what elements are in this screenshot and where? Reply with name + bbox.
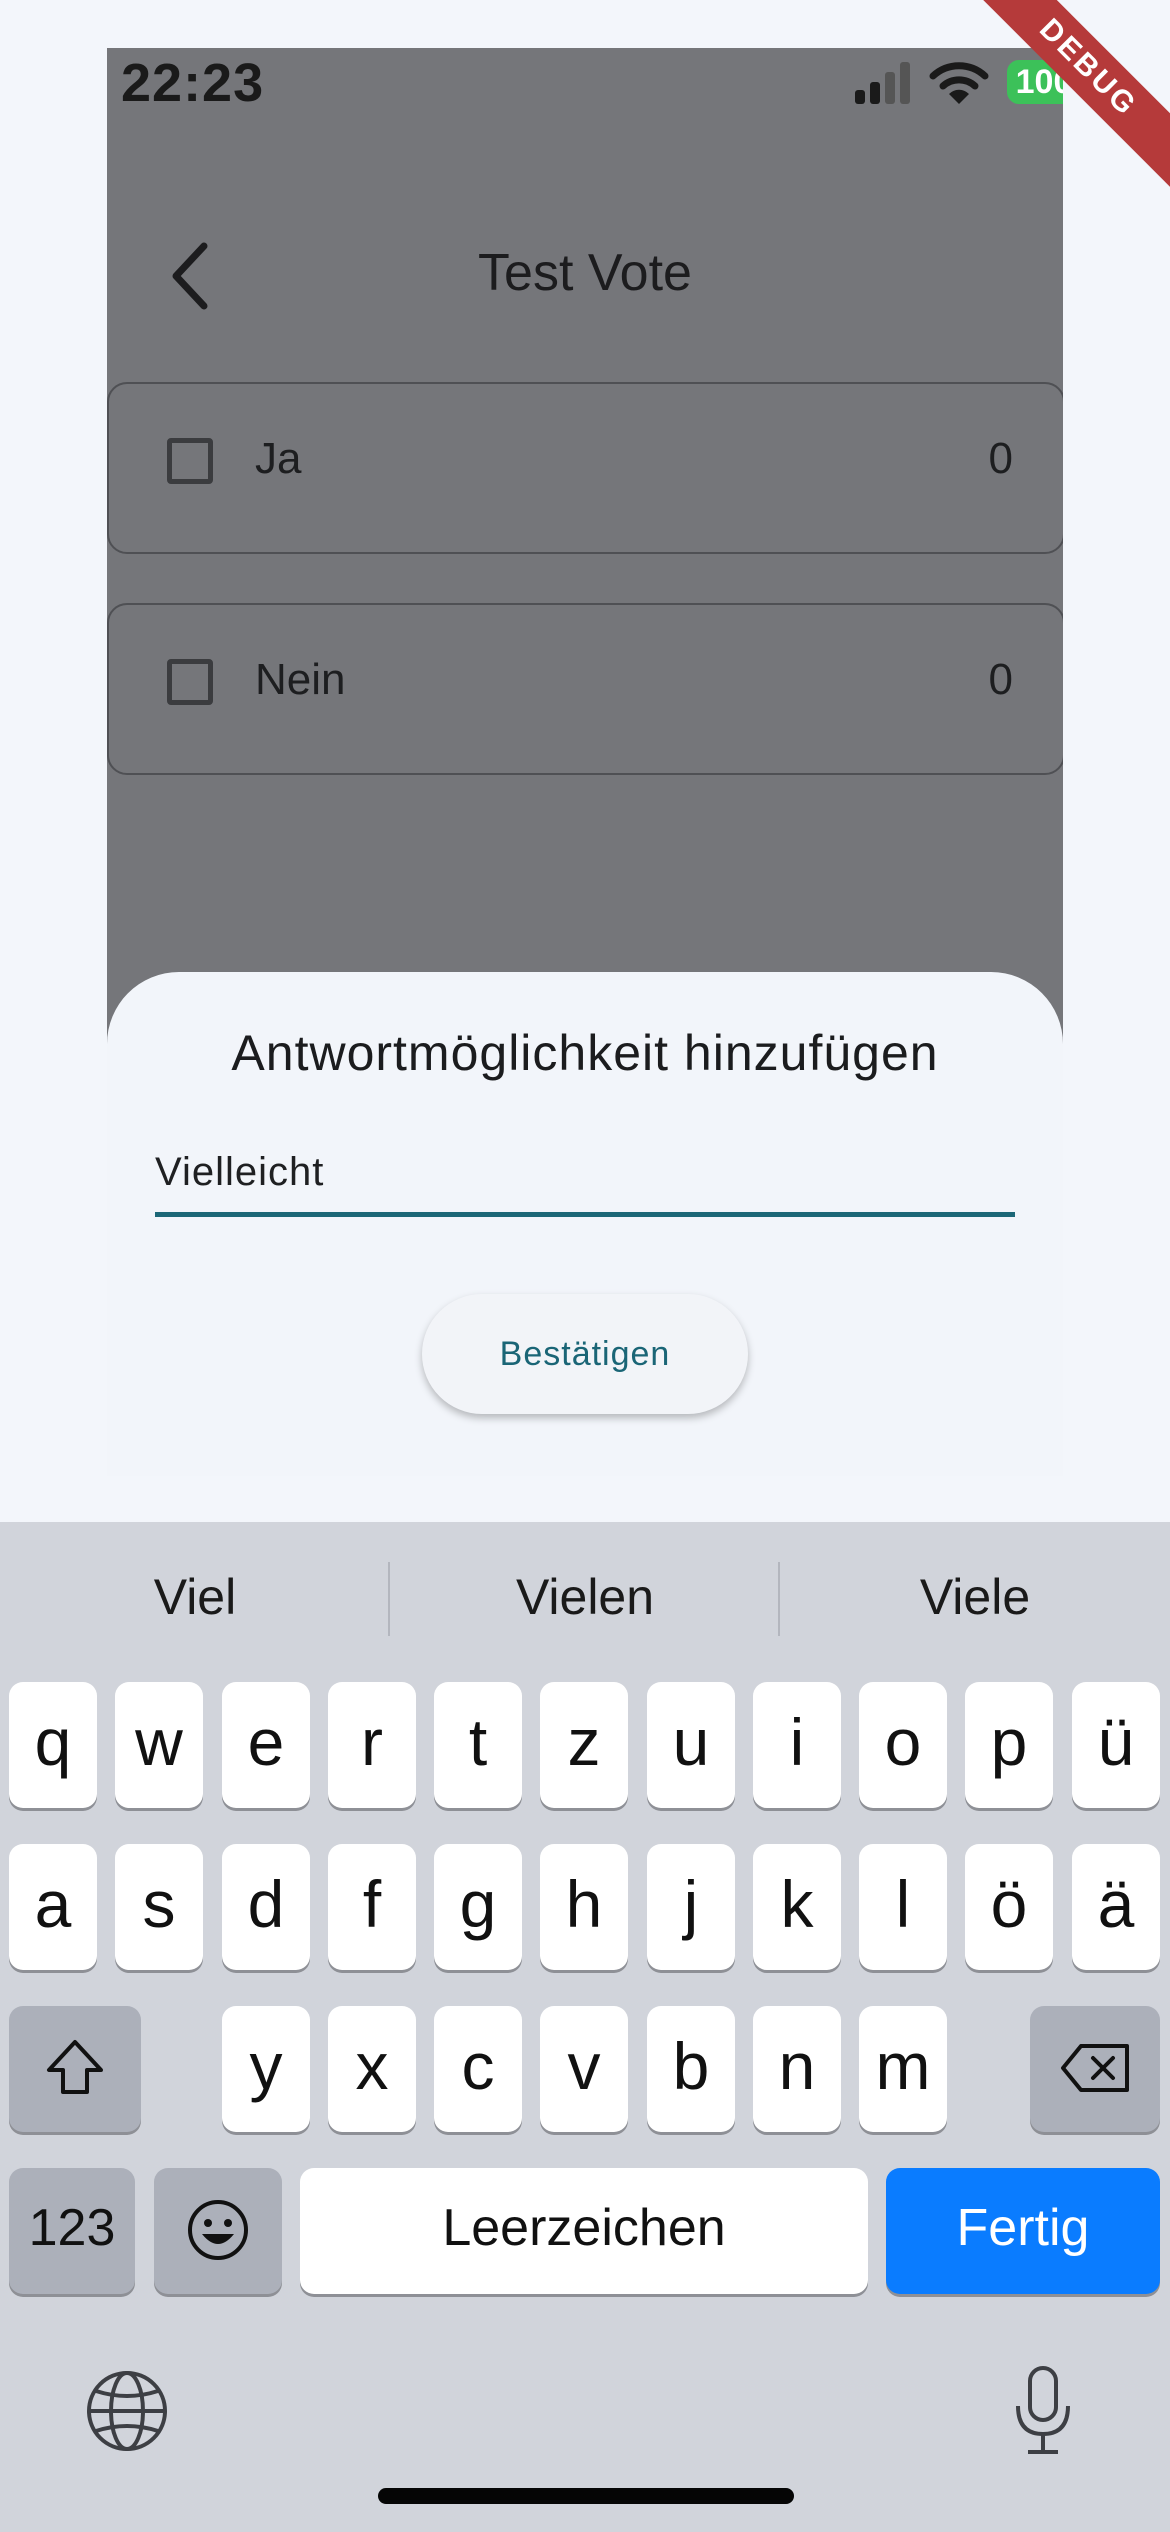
vote-option-ja[interactable]: Ja 0 <box>107 382 1063 554</box>
space-key[interactable]: Leerzeichen <box>300 2168 868 2294</box>
sheet-title: Antwortmöglichkeit hinzufügen <box>231 1025 939 1081</box>
confirm-button[interactable]: Bestätigen <box>422 1294 748 1414</box>
key-m[interactable]: m <box>859 2006 947 2132</box>
add-option-sheet: Antwortmöglichkeit hinzufügen Bestätigen <box>107 972 1063 1476</box>
key-h[interactable]: h <box>540 1844 628 1970</box>
option-count: 0 <box>988 655 1013 704</box>
option-input[interactable] <box>155 1132 1015 1217</box>
key-u[interactable]: u <box>647 1682 735 1808</box>
key-r[interactable]: r <box>328 1682 416 1808</box>
key-c[interactable]: c <box>434 2006 522 2132</box>
key-v[interactable]: v <box>540 2006 628 2132</box>
cellular-signal-icon <box>855 62 911 104</box>
key-x[interactable]: x <box>328 2006 416 2132</box>
option-label: Ja <box>255 434 302 483</box>
key-o[interactable]: o <box>859 1682 947 1808</box>
option-checkbox[interactable] <box>167 659 213 705</box>
numbers-key[interactable]: 123 <box>9 2168 135 2294</box>
key-q[interactable]: q <box>9 1682 97 1808</box>
key-e[interactable]: e <box>222 1682 310 1808</box>
home-indicator <box>378 2488 794 2504</box>
key-l[interactable]: l <box>859 1844 947 1970</box>
suggestion-3[interactable]: Viele <box>780 1568 1170 1626</box>
shift-key[interactable] <box>9 2006 141 2132</box>
keyboard: Viel Vielen Viele q w e r t z u i o p ü … <box>0 1522 1170 2532</box>
key-a[interactable]: a <box>9 1844 97 1970</box>
emoji-key[interactable] <box>154 2168 282 2294</box>
key-ae[interactable]: ä <box>1072 1844 1160 1970</box>
key-s[interactable]: s <box>115 1844 203 1970</box>
option-checkbox[interactable] <box>167 438 213 484</box>
key-k[interactable]: k <box>753 1844 841 1970</box>
option-count: 0 <box>988 434 1013 483</box>
globe-icon[interactable] <box>82 2366 172 2456</box>
key-t[interactable]: t <box>434 1682 522 1808</box>
key-z[interactable]: z <box>540 1682 628 1808</box>
suggestion-2[interactable]: Vielen <box>390 1568 780 1626</box>
key-y[interactable]: y <box>222 2006 310 2132</box>
backspace-key[interactable] <box>1030 2006 1160 2132</box>
vote-option-nein[interactable]: Nein 0 <box>107 603 1063 775</box>
status-bar: 22:23 100 <box>107 48 1063 158</box>
backspace-icon <box>1061 2044 1129 2092</box>
option-label: Nein <box>255 655 346 704</box>
key-p[interactable]: p <box>965 1682 1053 1808</box>
key-w[interactable]: w <box>115 1682 203 1808</box>
key-b[interactable]: b <box>647 2006 735 2132</box>
key-oe[interactable]: ö <box>965 1844 1053 1970</box>
key-j[interactable]: j <box>647 1844 735 1970</box>
shift-arrow-icon <box>47 2040 103 2094</box>
status-time: 22:23 <box>121 53 265 113</box>
key-d[interactable]: d <box>222 1844 310 1970</box>
page-title: Test Vote <box>478 244 692 302</box>
microphone-icon[interactable] <box>1008 2362 1078 2458</box>
wifi-icon <box>929 62 989 104</box>
key-f[interactable]: f <box>328 1844 416 1970</box>
key-n[interactable]: n <box>753 2006 841 2132</box>
suggestion-1[interactable]: Viel <box>0 1568 390 1626</box>
key-ue[interactable]: ü <box>1072 1682 1160 1808</box>
key-i[interactable]: i <box>753 1682 841 1808</box>
emoji-icon <box>188 2200 248 2260</box>
done-key[interactable]: Fertig <box>886 2168 1160 2294</box>
key-g[interactable]: g <box>434 1844 522 1970</box>
